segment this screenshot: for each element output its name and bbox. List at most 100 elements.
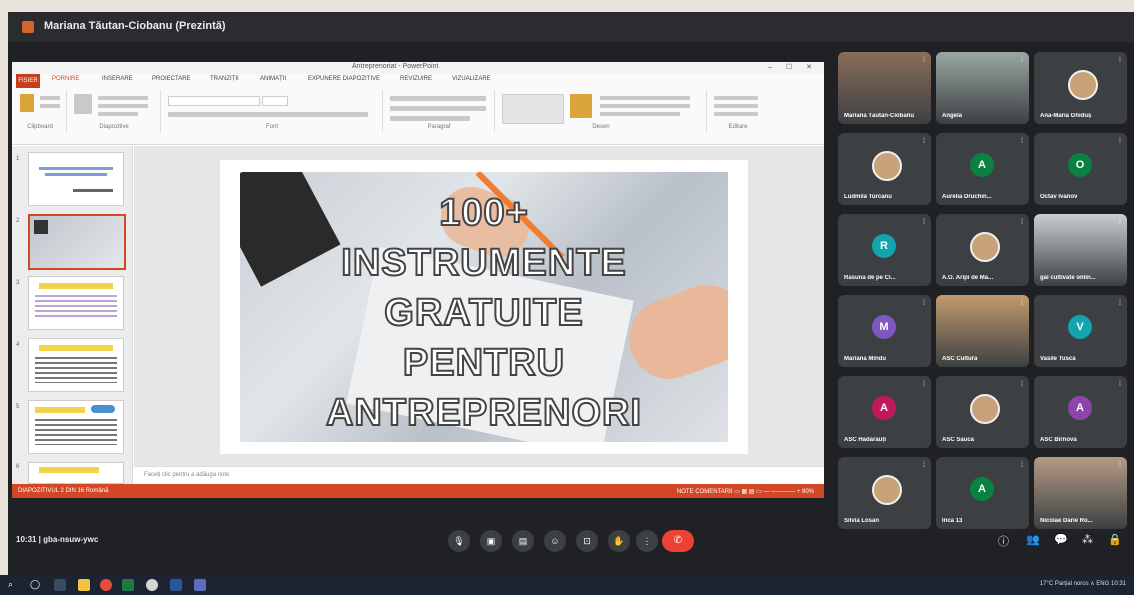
mic-muted-icon: ⁞ [1021,138,1023,145]
participant-name: Octav Ivanov [1040,194,1078,200]
thumb-number: 1 [16,156,20,162]
participant-tile[interactable]: A ⁞ ASC Birnova [1034,376,1127,448]
ribbon-group-font: Font [162,90,383,132]
avatar: V [1068,315,1092,339]
info-icon[interactable]: ⓘ [998,533,1009,549]
end-call-button[interactable]: ✆ [662,530,694,552]
mic-muted-icon: ⁞ [923,381,925,388]
tab-animations[interactable]: ANIMAȚII [260,76,286,82]
status-view-zoom[interactable]: NOTE COMENTARII ▭ ▦ ▤ ▭ — ———— + 80% [677,488,814,495]
captions-button[interactable]: ▤ [512,530,534,552]
ppt-window-controls[interactable]: – ☐ ✕ [768,63,818,71]
slide-title-line: ANTREPRENORI [325,391,643,435]
tab-transitions[interactable]: TRANZIȚII [210,76,239,82]
participant-tile[interactable]: ⁞ ASC Sauca [936,376,1029,448]
task-manager-icon[interactable] [54,579,66,591]
mic-muted-icon: ⁞ [1021,57,1023,64]
word-icon[interactable] [170,579,182,591]
participant-name: Ludmila Turcanu [844,194,892,200]
chat-icon[interactable]: 💬 [1054,533,1068,546]
ribbon-label-clipboard: Clipboard [27,124,53,130]
ppt-ribbon: Clipboard Diapozitive Font Paragraf Dese… [12,88,824,145]
participant-name: ASC Birnova [1040,437,1077,443]
ppt-statusbar: DIAPOZITIVUL 2 DIN 16 Română NOTE COMENT… [12,484,824,498]
avatar: A [872,396,896,420]
more-options-button[interactable]: ⋮ [636,530,658,552]
participant-tile[interactable]: M ⁞ Mariana Mindu [838,295,931,367]
participant-tile[interactable]: A ⁞ Încă 13 [936,457,1029,529]
participant-tile[interactable]: ⁞ Angela [936,52,1029,124]
mic-button[interactable]: 🎙 [448,530,470,552]
tab-file[interactable]: FIȘIER [16,74,40,88]
ribbon-label-slides: Diapozitive [99,124,129,130]
mic-muted-icon: ⁞ [1119,219,1121,226]
participant-tile[interactable]: ⁞ ASC Cultură [936,295,1029,367]
participant-tile[interactable]: ⁞ Mariana Tăutan-Ciobanu [838,52,931,124]
present-button[interactable]: ⊡ [576,530,598,552]
avatar [872,475,902,505]
avatar: R [872,234,896,258]
emoji-button[interactable]: ☺ [544,530,566,552]
tab-review[interactable]: REVIZUIRE [400,76,432,82]
participant-name: Silvia Losan [844,518,880,524]
camera-button[interactable]: ▣ [480,530,502,552]
participant-tile[interactable]: ⁞ Ludmila Turcanu [838,133,931,205]
participant-tile[interactable]: V ⁞ Vasile Tuscă [1034,295,1127,367]
people-icon[interactable]: 👥 [1026,533,1040,546]
slide-thumbnail-2[interactable] [28,214,126,270]
ribbon-label-font: Font [265,124,278,130]
tab-home[interactable]: PORNIRE [52,76,79,82]
slide-thumbnail-1[interactable] [28,152,124,206]
avatar [1068,70,1098,100]
excel-icon[interactable] [122,579,134,591]
ribbon-group-clipboard: Clipboard [14,90,67,132]
ribbon-group-drawing: Desen [496,90,707,132]
tab-design[interactable]: PROIECTARE [152,76,191,82]
search-icon[interactable]: ⌕ [8,579,20,591]
app-icon[interactable] [146,579,158,591]
participant-tile[interactable]: R ⁞ Răsună de pe Ci... [838,214,931,286]
participant-name: Încă 13 [942,518,963,524]
participant-name: gal cultivate onlin... [1040,275,1096,281]
participant-name: Nicolae Darie Ro... [1040,518,1093,524]
tab-slideshow[interactable]: EXPUNERE DIAPOZITIVE [308,76,380,82]
thumb-number: 2 [16,218,20,224]
ribbon-label-editing: Editare [728,124,748,130]
slide-thumbnail-4[interactable] [28,338,124,392]
file-explorer-icon[interactable] [78,579,90,591]
participant-name: ASC Sauca [942,437,975,443]
avatar: A [970,477,994,501]
participant-tile[interactable]: A ⁞ Aurelia Druchin... [936,133,1029,205]
thumb-number: 3 [16,280,20,286]
slide-title-line: 100+ [438,191,529,235]
participant-tile[interactable]: ⁞ Nicolae Darie Ro... [1034,457,1127,529]
participant-tile[interactable]: ⁞ gal cultivate onlin... [1034,214,1127,286]
shared-screen: Antreprenoriat - PowerPoint – ☐ ✕ FIȘIER… [12,62,824,498]
participant-tile[interactable]: ⁞ A.O. Aripi de Ma... [936,214,1029,286]
participant-tile[interactable]: ⁞ Ana-Maria Ghiduș [1034,52,1127,124]
participant-tile[interactable]: O ⁞ Octav Ivanov [1034,133,1127,205]
tab-view[interactable]: VIZUALIZARE [452,76,491,82]
slide-thumbnail-5[interactable] [28,400,124,454]
tab-insert[interactable]: INSERARE [102,76,133,82]
app-icon[interactable] [194,579,206,591]
notes-pane[interactable]: Faceți clic pentru a adăuga note [134,466,824,485]
task-view-icon[interactable]: ◯ [30,579,42,591]
host-controls-icon[interactable]: 🔒 [1108,533,1122,546]
slide-editor: 100+ INSTRUMENTE GRATUITE PENTRU ANTREPR… [134,146,824,466]
ribbon-label-drawing: Desen [592,124,610,130]
slide-thumbnail-6[interactable] [28,462,124,484]
raise-hand-button[interactable]: ✋ [608,530,630,552]
ppt-doc-title: Antreprenoriat - PowerPoint [352,63,439,70]
activities-icon[interactable]: ⁂ [1082,533,1093,546]
slide-thumbnail-3[interactable] [28,276,124,330]
participant-tile[interactable]: ⁞ Silvia Losan [838,457,931,529]
system-tray[interactable]: 17°C Parțial noros ∧ ENG 10:31 [1040,580,1126,587]
participant-name: Răsună de pe Ci... [844,275,896,281]
ribbon-group-editing: Editare [708,90,768,132]
participant-tile[interactable]: A ⁞ ASC Hădărăuți [838,376,931,448]
chrome-icon[interactable] [100,579,112,591]
presenter-bar: Mariana Tăutan-Ciobanu (Prezintă) [8,12,1134,42]
participant-name: Vasile Tuscă [1040,356,1076,362]
current-slide[interactable]: 100+ INSTRUMENTE GRATUITE PENTRU ANTREPR… [220,160,748,454]
